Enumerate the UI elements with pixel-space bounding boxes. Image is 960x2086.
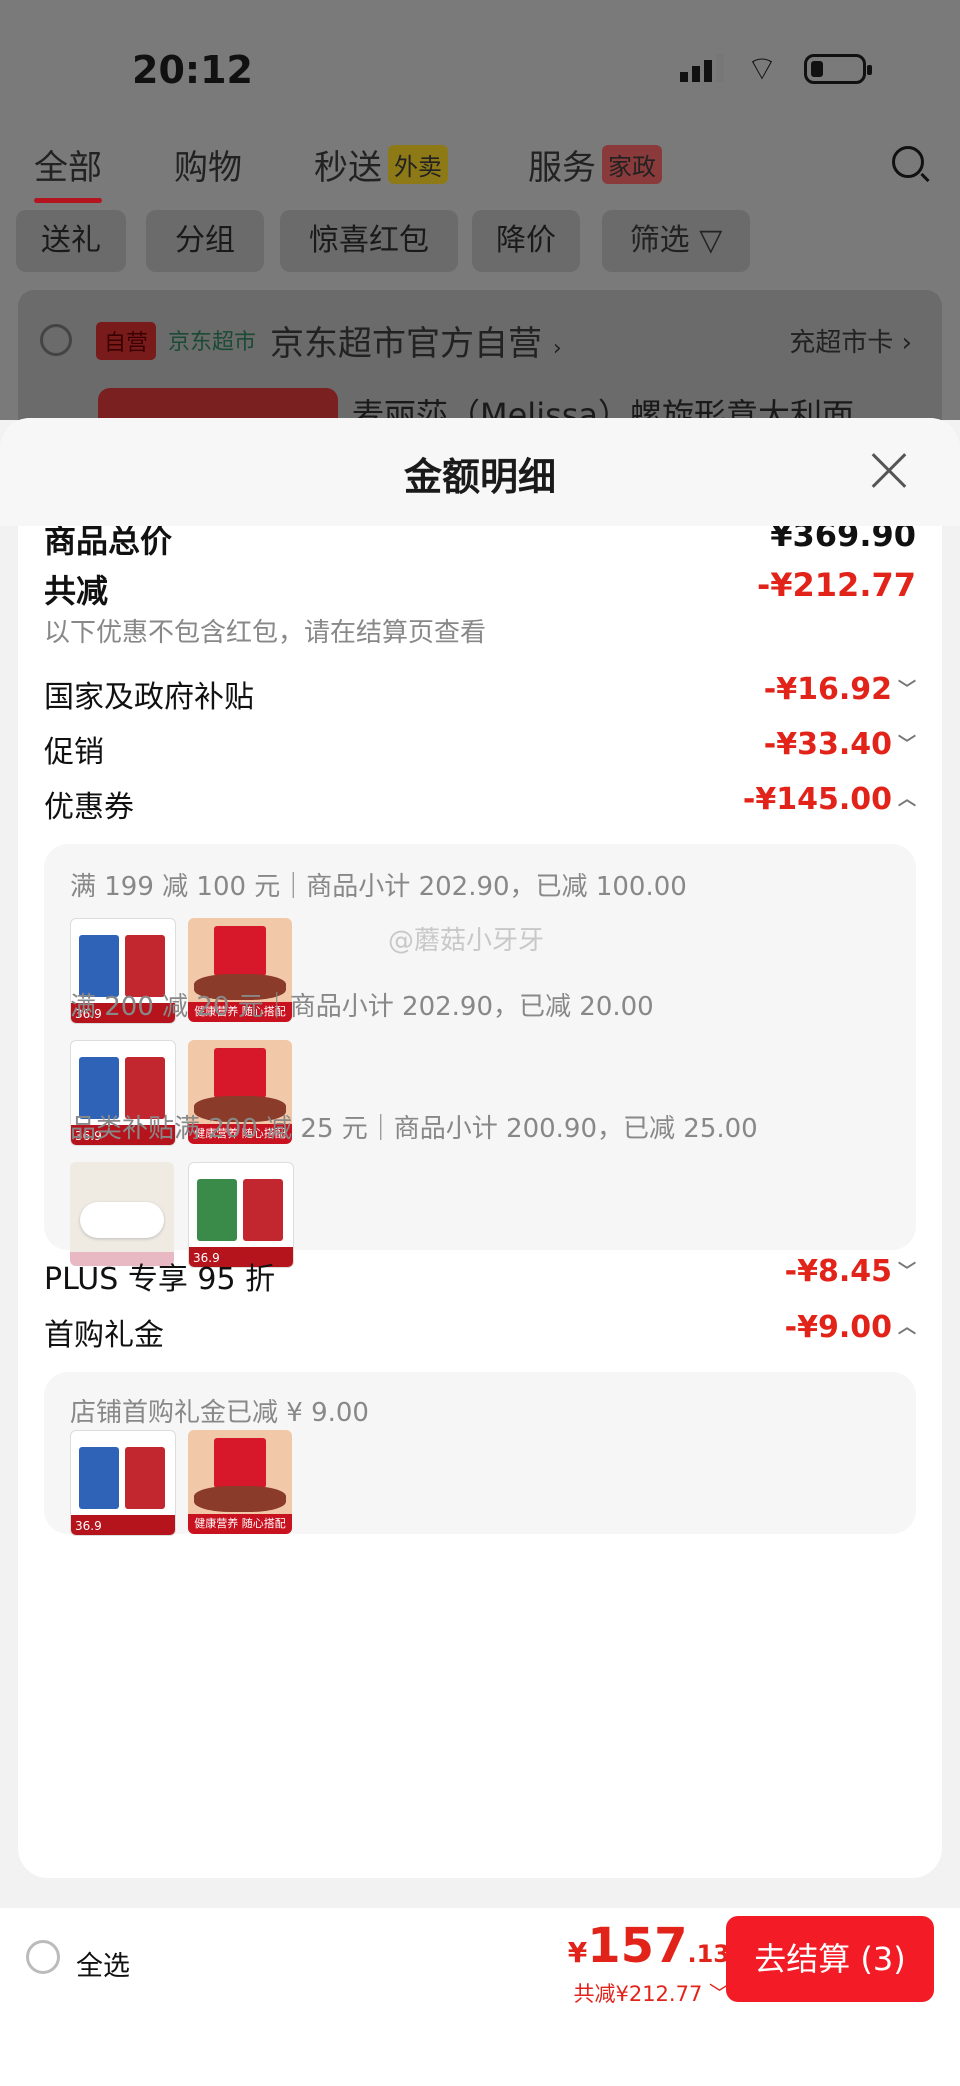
goods-total-value: ¥369.90 [770,526,916,554]
coupon-value: -¥145.00 [742,782,892,817]
price-decimal: .13 [687,1940,730,1968]
promotion-value: -¥33.40 [763,727,892,762]
plus-discount-row[interactable]: PLUS 专享 95 折 -¥8.45 ﹀ [44,1254,916,1302]
background-page: 20:12 ⌔ 全部 购物 秒送 外卖 服务 家政 送礼 分组 惊喜红包 降价 筛选… [0,0,960,434]
tab-all[interactable]: 全部 [34,140,102,203]
filter-price-drop[interactable]: 降价 [472,210,580,272]
discount-row: 共减 -¥212.77 [44,566,916,614]
store-header: 自营 京东超市 京东超市官方自营 › 充超市卡 › 麦丽莎（Melissa）螺旋… [18,290,942,434]
checkout-button[interactable]: 去结算 (3) [726,1916,934,2002]
thumb-caption: 健康营养 随心搭配 [194,1517,286,1530]
promotion-row[interactable]: 促销 -¥33.40 ﹀ [44,727,916,775]
coupon-line: 满 200 减 20 元｜商品小计 202.90，已减 20.00 [70,992,654,1022]
select-all-radio[interactable] [26,1940,60,1974]
tab-label: 购物 [174,148,242,188]
first-gift-row[interactable]: 首购礼金 -¥9.00 ︿ [44,1310,916,1358]
coupon-row[interactable]: 优惠券 -¥145.00 ︿ [44,782,916,830]
chevron-down-icon: ﹀ [898,679,916,700]
coupon-line: 满 199 减 100 元｜商品小计 202.90，已减 100.00 [70,872,687,902]
store-card-link[interactable]: 充超市卡 › [789,322,912,359]
first-gift-detail: 店铺首购礼金已减 ¥ 9.00 [70,1398,369,1428]
wifi-icon: ⌔ [746,49,778,89]
store-card-label: 充超市卡 [789,328,894,358]
watermark: @蘑菇小牙牙 [388,926,545,956]
goods-total-row: 商品总价 ¥369.90 [44,526,916,564]
checkout-bar: 全选 ¥157.13 共减¥212.77 ﹀ 去结算 (3) [0,1908,960,2086]
search-icon[interactable] [892,146,924,178]
housekeeping-badge: 家政 [602,145,662,184]
product-thumb-towel [70,1162,174,1266]
chevron-right-icon: › [901,328,912,358]
coupon-label: 优惠券 [44,790,134,825]
select-all-label[interactable]: 全选 [76,1944,130,1983]
subsidy-label: 国家及政府补贴 [44,680,254,715]
tab-shopping[interactable]: 购物 [174,140,242,189]
store-select-radio[interactable] [40,324,72,356]
funnel-icon: ▽ [699,223,723,258]
saved-amount[interactable]: 共减¥212.77 ﹀ [573,1978,730,2008]
chevron-up-icon: ︿ [898,1317,916,1338]
filter-label: 筛选 [629,223,690,258]
plus-value: -¥8.45 [784,1254,892,1289]
chevron-down-icon: ﹀ [898,1261,916,1282]
clock: 20:12 [132,48,253,92]
filter-button[interactable]: 筛选 ▽ [602,210,750,272]
coupon-line: 品类补贴满 200 减 25 元｜商品小计 200.90，已减 25.00 [70,1114,758,1144]
battery-icon [804,54,872,84]
discount-total: -¥212.77 [756,566,916,604]
first-gift-label: 首购礼金 [44,1318,164,1353]
product-thumb-gift-box: 健康营养 随心搭配 [188,1430,292,1534]
tab-instant[interactable]: 秒送 外卖 [314,140,448,189]
chevron-down-icon: ﹀ [898,734,916,755]
product-thumb-pasta: 36.9 [70,1430,176,1536]
tab-label: 秒送 [314,148,382,188]
discount-note: 以下优惠不包含红包，请在结算页查看 [44,618,487,648]
cellular-signal-icon [680,54,728,82]
thumb-price: 36.9 [75,1519,102,1533]
close-icon[interactable] [870,452,908,490]
currency-symbol: ¥ [567,1936,588,1969]
price-integer: 157 [587,1918,688,1974]
tab-services[interactable]: 服务 家政 [528,140,662,189]
goods-total-label: 商品总价 [44,526,173,560]
tab-label: 服务 [528,148,596,188]
total-price: ¥157.13 [568,1918,730,1974]
filter-red-packet[interactable]: 惊喜红包 [280,210,458,272]
store-name-label: 京东超市官方自营 [270,324,542,364]
status-bar: 20:12 ⌔ [0,40,960,100]
takeout-badge: 外卖 [388,145,448,184]
chevron-right-icon: › [552,336,562,361]
store-name[interactable]: 京东超市官方自营 › [270,316,562,365]
promotion-label: 促销 [44,735,104,770]
tab-label: 全部 [34,148,102,188]
detail-card: 商品总价 ¥369.90 共减 -¥212.77 以下优惠不包含红包，请在结算页… [18,526,942,1878]
sheet-title: 金额明细 [403,455,556,499]
filter-gift[interactable]: 送礼 [16,210,126,272]
coupon-detail-panel: 满 199 减 100 元｜商品小计 202.90，已减 100.00 36.9… [44,844,916,1268]
filter-group[interactable]: 分组 [146,210,264,272]
discount-label: 共减 [44,572,109,610]
first-gift-value: -¥9.00 [784,1310,892,1345]
subsidy-row[interactable]: 国家及政府补贴 -¥16.92 ﹀ [44,672,916,720]
saved-label: 共减¥212.77 [573,1982,703,2006]
sheet-header: 金额明细 [0,418,960,526]
chevron-up-icon: ︿ [898,789,916,810]
product-thumb-pasta: 36.9 [188,1162,294,1268]
first-gift-panel: 店铺首购礼金已减 ¥ 9.00 36.9 健康营养 随心搭配 [44,1372,916,1536]
plus-label: PLUS 专享 95 折 [44,1262,276,1297]
channel-tag: 京东超市 [168,330,257,355]
self-operated-tag: 自营 [96,322,157,360]
amount-detail-sheet: 金额明细 商品总价 ¥369.90 共减 -¥212.77 以下优惠不包含红包，… [0,418,960,1878]
subsidy-value: -¥16.92 [763,672,892,707]
